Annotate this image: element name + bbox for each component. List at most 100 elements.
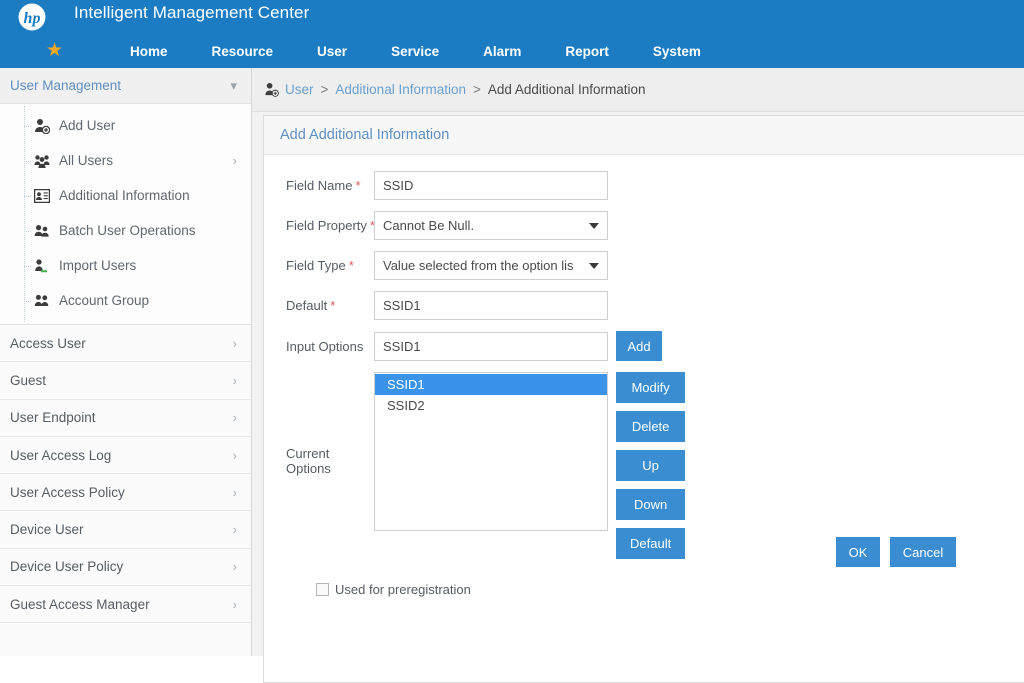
delete-button[interactable]: Delete <box>616 411 686 442</box>
field-name-input[interactable] <box>374 171 608 200</box>
breadcrumb-link-additional-information[interactable]: Additional Information <box>335 82 466 97</box>
default-label: Default * <box>264 298 374 313</box>
form-actions: OK Cancel <box>836 537 956 567</box>
sidebar-item-label: Add User <box>59 118 116 133</box>
current-options-listbox[interactable]: SSID1 SSID2 <box>374 372 608 531</box>
sidebar-item-all-users[interactable]: All Users › <box>0 143 251 178</box>
sidebar-tree: Add User All Users › Additional Informat… <box>0 104 251 325</box>
breadcrumb-separator: > <box>472 82 481 97</box>
form-row-default: Default * <box>264 291 1024 320</box>
modify-button[interactable]: Modify <box>616 372 686 403</box>
field-type-label: Field Type * <box>264 258 374 273</box>
current-options-label: Current Options <box>286 446 331 476</box>
user-breadcrumb-icon <box>262 81 280 99</box>
sidebar-item-label: Guest <box>10 372 47 388</box>
default-label-text: Default <box>286 298 328 313</box>
sidebar-item-label: User Access Policy <box>10 484 125 500</box>
field-name-label: Field Name * <box>264 178 374 193</box>
add-user-icon <box>32 117 52 135</box>
required-marker: * <box>355 178 361 193</box>
sidebar-item-label: All Users <box>59 153 114 168</box>
batch-users-icon <box>32 222 52 240</box>
nav-item-service[interactable]: Service <box>391 44 439 59</box>
top-header-bar: hp Intelligent Management Center ★ Home … <box>0 0 1024 68</box>
nav-item-home[interactable]: Home <box>130 44 168 59</box>
chevron-right-icon[interactable]: › <box>233 374 237 387</box>
sidebar-item-label: Account Group <box>59 293 150 308</box>
ok-button[interactable]: OK <box>836 537 880 567</box>
breadcrumb-link-user[interactable]: User <box>285 82 314 97</box>
list-item[interactable]: SSID1 <box>375 374 607 395</box>
current-options-buttons: Modify Delete Up Down Default <box>616 372 686 559</box>
page-title: Add Additional Information <box>280 127 450 143</box>
sidebar-item-batch-user-operations[interactable]: Batch User Operations <box>0 213 251 248</box>
form-card-header: Add Additional Information <box>264 116 1024 155</box>
sidebar-item-device-user[interactable]: Device User › <box>0 511 251 549</box>
cancel-button[interactable]: Cancel <box>890 537 956 567</box>
nav-item-resource[interactable]: Resource <box>212 44 274 59</box>
chevron-right-icon[interactable]: › <box>233 523 237 536</box>
breadcrumb-separator: > <box>320 82 329 97</box>
field-property-select[interactable] <box>374 211 608 240</box>
sidebar-item-additional-information[interactable]: Additional Information <box>0 178 251 213</box>
chevron-right-icon[interactable]: › <box>233 486 237 499</box>
sidebar: User Management ▾ Add User All Users › A… <box>0 68 252 656</box>
field-name-label-text: Field Name <box>286 178 353 193</box>
brand-row: hp Intelligent Management Center <box>0 0 1024 34</box>
chevron-right-icon[interactable]: › <box>233 154 237 167</box>
field-property-label: Field Property * <box>264 218 375 233</box>
sidebar-section-user-management[interactable]: User Management ▾ <box>0 68 251 104</box>
field-type-label-text: Field Type <box>286 258 346 273</box>
sidebar-item-user-access-log[interactable]: User Access Log › <box>0 436 251 475</box>
sidebar-item-label: User Endpoint <box>10 410 96 426</box>
sidebar-item-import-users[interactable]: Import Users <box>0 248 251 283</box>
sidebar-item-device-user-policy[interactable]: Device User Policy › <box>0 548 251 587</box>
preregistration-label: Used for preregistration <box>335 582 471 597</box>
form-row-field-type: Field Type * <box>264 251 1024 280</box>
input-options-input[interactable] <box>374 331 608 361</box>
sidebar-item-user-access-policy[interactable]: User Access Policy › <box>0 474 251 512</box>
svg-text:hp: hp <box>24 10 41 27</box>
nav-item-system[interactable]: System <box>653 44 701 59</box>
preregistration-checkbox[interactable] <box>316 583 329 596</box>
main-nav-row: ★ Home Resource User Service Alarm Repor… <box>0 34 1024 68</box>
required-marker: * <box>348 258 354 273</box>
chevron-right-icon[interactable]: › <box>233 598 237 611</box>
chevron-right-icon[interactable]: › <box>233 449 237 462</box>
default-input[interactable] <box>374 291 608 320</box>
nav-item-user[interactable]: User <box>317 44 347 59</box>
sidebar-item-label: Additional Information <box>59 188 190 203</box>
sidebar-item-user-endpoint[interactable]: User Endpoint › <box>0 399 251 437</box>
sidebar-item-label: User Access Log <box>10 447 112 463</box>
up-button[interactable]: Up <box>616 450 686 481</box>
nav-item-report[interactable]: Report <box>565 44 609 59</box>
sidebar-item-label: Guest Access Manager <box>10 596 150 612</box>
chevron-right-icon[interactable]: › <box>233 337 237 350</box>
form-row-current-options: Current Options SSID1 SSID2 Modify Delet… <box>264 372 1024 559</box>
default-button[interactable]: Default <box>616 528 686 559</box>
field-property-select-value[interactable] <box>374 211 608 240</box>
field-property-label-text: Field Property <box>286 218 367 233</box>
sidebar-section-label: User Management <box>10 78 122 93</box>
down-button[interactable]: Down <box>616 489 686 520</box>
star-icon[interactable]: ★ <box>46 41 63 60</box>
add-additional-information-form: Field Name* Field Property* Field Type* <box>264 155 1024 597</box>
id-card-icon <box>32 187 52 205</box>
nav-item-alarm[interactable]: Alarm <box>483 44 521 59</box>
field-type-select[interactable] <box>374 251 608 280</box>
field-type-select-value[interactable] <box>374 251 608 280</box>
input-options-label: Input Options <box>286 338 364 354</box>
chevron-right-icon[interactable]: › <box>233 411 237 424</box>
sidebar-item-access-user[interactable]: Access User › <box>0 325 251 363</box>
add-button[interactable]: Add <box>616 331 662 361</box>
chevron-right-icon[interactable]: › <box>233 560 237 573</box>
sidebar-item-account-group[interactable]: Account Group <box>0 283 251 318</box>
import-users-icon <box>32 257 52 275</box>
sidebar-item-guest[interactable]: Guest › <box>0 362 251 400</box>
form-card: Add Additional Information Field Name* F… <box>263 115 1024 683</box>
chevron-down-icon[interactable]: ▾ <box>230 79 237 92</box>
sidebar-item-add-user[interactable]: Add User <box>0 108 251 143</box>
sidebar-item-label: Import Users <box>59 258 137 273</box>
list-item[interactable]: SSID2 <box>375 395 607 416</box>
sidebar-item-guest-access-manager[interactable]: Guest Access Manager › <box>0 586 251 624</box>
